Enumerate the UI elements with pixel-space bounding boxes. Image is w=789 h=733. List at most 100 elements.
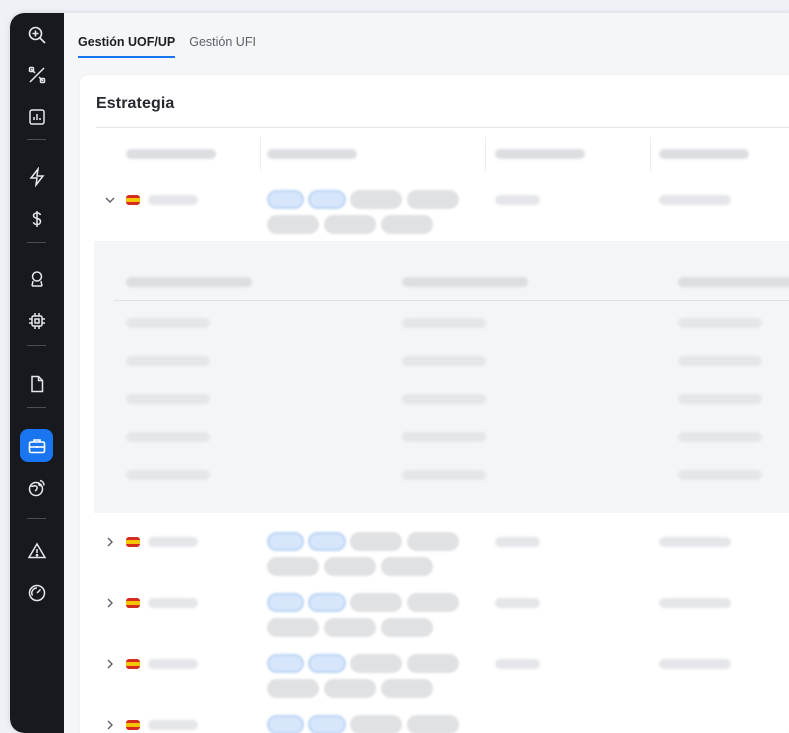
chart-icon[interactable] [20, 100, 53, 133]
bolt-icon[interactable] [20, 160, 53, 193]
tag-placeholder [381, 618, 433, 637]
subcell-placeholder [678, 394, 762, 404]
spain-flag-icon [126, 598, 140, 608]
sidebar-divider [27, 407, 46, 408]
chevron-right-icon[interactable] [104, 536, 116, 548]
table-header [80, 137, 789, 191]
table-row[interactable] [80, 187, 789, 241]
tag-placeholder [267, 679, 319, 698]
tag-placeholder [267, 215, 319, 234]
tag-placeholder [308, 593, 346, 612]
tag-placeholder [381, 557, 433, 576]
subcell-placeholder [402, 432, 486, 442]
tag-placeholder [350, 190, 402, 209]
strategy-card: Estrategia [80, 75, 789, 733]
tag-placeholder [267, 593, 304, 612]
tag-placeholder [407, 190, 459, 209]
tag-placeholder [324, 557, 376, 576]
tag-placeholder [324, 618, 376, 637]
chevron-down-icon[interactable] [104, 194, 116, 206]
subcell-placeholder [678, 470, 762, 480]
cell-placeholder [659, 537, 731, 547]
tag-placeholder [350, 532, 402, 551]
subcell-placeholder [402, 394, 486, 404]
tag-placeholder [308, 715, 346, 733]
cell-placeholder [148, 720, 198, 730]
sidebar-divider [27, 345, 46, 346]
header-placeholder [126, 149, 216, 159]
cell-placeholder [148, 537, 198, 547]
sidebar [10, 13, 64, 733]
cell-placeholder [148, 195, 198, 205]
tag-placeholder [308, 190, 346, 209]
cell-placeholder [495, 598, 540, 608]
app-window: Gestión UOF/UP Gestión UFI Estrategia [10, 13, 789, 733]
tag-placeholder [267, 557, 319, 576]
tools-icon[interactable] [20, 58, 53, 91]
table-row[interactable] [80, 712, 789, 733]
subcell-placeholder [126, 318, 210, 328]
cell-placeholder [495, 195, 540, 205]
table-row[interactable] [80, 651, 789, 705]
tag-placeholder [324, 679, 376, 698]
globe-icon[interactable] [20, 471, 53, 504]
sidebar-divider [27, 139, 46, 140]
document-icon[interactable] [20, 367, 53, 400]
tag-placeholder [267, 190, 304, 209]
tag-placeholder [381, 679, 433, 698]
spain-flag-icon [126, 537, 140, 547]
header-placeholder [267, 149, 357, 159]
cell-placeholder [148, 659, 198, 669]
tag-placeholder [308, 654, 346, 673]
chevron-right-icon[interactable] [104, 719, 116, 731]
chevron-right-icon[interactable] [104, 658, 116, 670]
column-separator [260, 137, 261, 171]
subtable-divider [114, 300, 789, 301]
header-placeholder [659, 149, 749, 159]
subcell-placeholder [678, 356, 762, 366]
chip-icon[interactable] [20, 304, 53, 337]
tag-placeholder [407, 654, 459, 673]
subcell-placeholder [402, 318, 486, 328]
tag-placeholder [267, 654, 304, 673]
expanded-detail-panel [94, 241, 789, 513]
subcell-placeholder [126, 470, 210, 480]
cell-placeholder [659, 598, 731, 608]
spain-flag-icon [126, 659, 140, 669]
subcell-placeholder [402, 356, 486, 366]
tab-bar: Gestión UOF/UP Gestión UFI [78, 31, 256, 58]
subcell-placeholder [126, 356, 210, 366]
subcell-placeholder [678, 432, 762, 442]
subcell-placeholder [402, 470, 486, 480]
table-row[interactable] [80, 590, 789, 644]
subheader-placeholder [678, 277, 789, 287]
certificate-icon[interactable] [20, 262, 53, 295]
spain-flag-icon [126, 195, 140, 205]
table-row[interactable] [80, 529, 789, 583]
dollar-icon[interactable] [20, 202, 53, 235]
tab-gestion-uof-up[interactable]: Gestión UOF/UP [78, 31, 176, 58]
chevron-right-icon[interactable] [104, 597, 116, 609]
cell-placeholder [659, 659, 731, 669]
tag-placeholder [381, 215, 433, 234]
subheader-placeholder [126, 277, 252, 287]
tag-placeholder [324, 215, 376, 234]
subcell-placeholder [126, 394, 210, 404]
gauge-icon[interactable] [20, 576, 53, 609]
tag-placeholder [350, 654, 402, 673]
warning-icon[interactable] [20, 534, 53, 567]
tag-placeholder [407, 532, 459, 551]
tag-placeholder [350, 593, 402, 612]
tab-gestion-ufi[interactable]: Gestión UFI [189, 31, 256, 58]
tag-placeholder [350, 715, 402, 733]
cell-placeholder [148, 598, 198, 608]
header-placeholder [495, 149, 585, 159]
zoom-in-icon[interactable] [20, 18, 53, 51]
briefcase-icon[interactable] [20, 429, 53, 462]
spain-flag-icon [126, 720, 140, 730]
sidebar-divider [27, 518, 46, 519]
tag-placeholder [267, 715, 304, 733]
card-divider [96, 127, 789, 128]
column-separator [485, 137, 486, 171]
tag-placeholder [308, 532, 346, 551]
